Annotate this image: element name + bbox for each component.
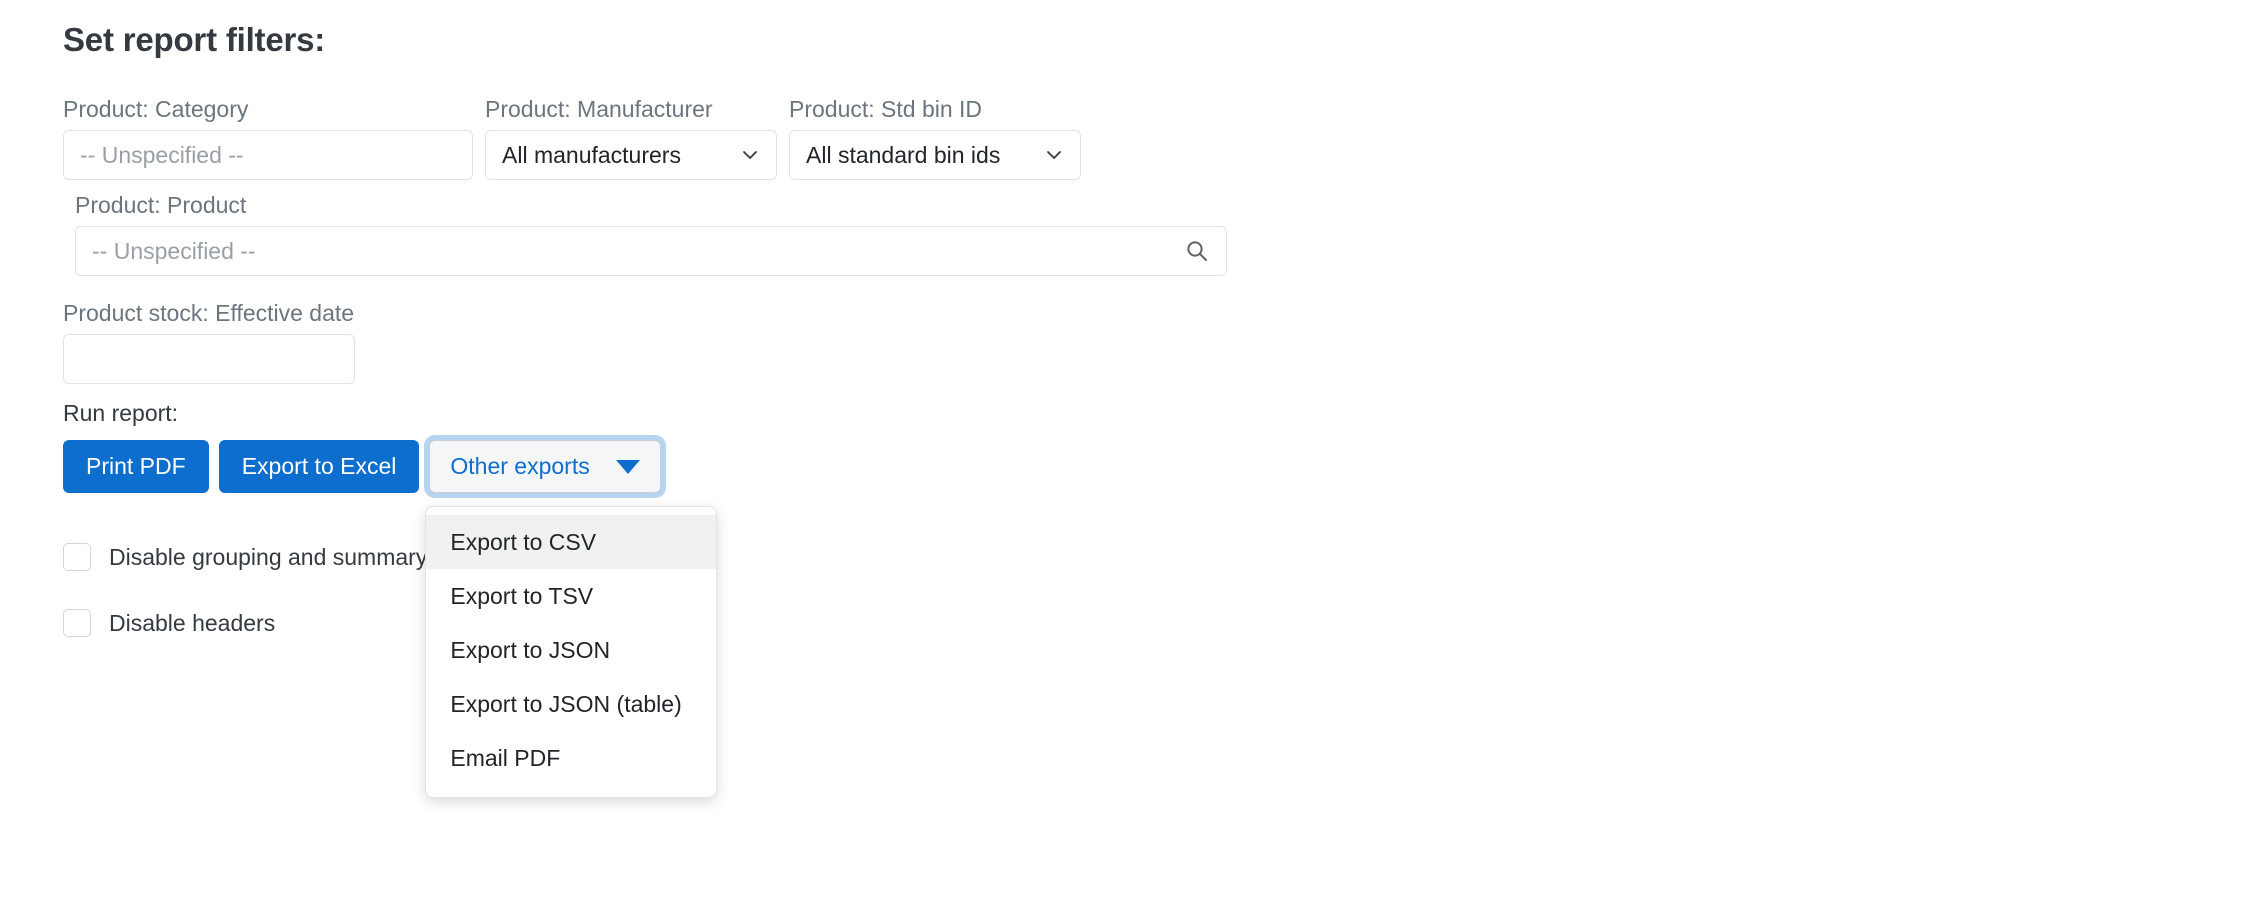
menu-item-email-pdf[interactable]: Email PDF: [426, 731, 716, 785]
print-pdf-button[interactable]: Print PDF: [63, 440, 209, 493]
filter-field-effective-date: Product stock: Effective date: [63, 298, 355, 384]
search-icon[interactable]: [1184, 238, 1210, 264]
filter-label-std-bin-id: Product: Std bin ID: [789, 96, 983, 122]
menu-item-label: Export to JSON (table): [450, 691, 682, 717]
filter-field-category: Product: Category -- Unspecified --: [63, 94, 473, 180]
option-disable-grouping[interactable]: Disable grouping and summary rows: [63, 535, 482, 579]
option-disable-headers[interactable]: Disable headers: [63, 601, 482, 645]
chevron-down-icon: [1044, 145, 1064, 165]
filters-row-1: Product: Category -- Unspecified -- Prod…: [63, 94, 2223, 286]
disable-grouping-checkbox[interactable]: [63, 543, 91, 571]
filter-label-product: Product: Product: [75, 192, 247, 218]
filters-row-2: Product stock: Effective date: [63, 298, 2223, 394]
menu-item-label: Export to CSV: [450, 529, 597, 555]
chevron-down-icon: [740, 145, 760, 165]
run-report-button-row: Print PDF Export to Excel Other exports …: [63, 440, 718, 798]
other-exports-dropdown: Other exports Export to CSV Export to TS…: [425, 440, 718, 798]
std-bin-id-select[interactable]: All standard bin ids: [789, 130, 1081, 180]
menu-item-label: Export to TSV: [450, 583, 594, 609]
effective-date-input[interactable]: [63, 334, 355, 384]
other-exports-button[interactable]: Other exports: [429, 440, 661, 493]
manufacturer-select[interactable]: All manufacturers: [485, 130, 777, 180]
export-to-excel-button[interactable]: Export to Excel: [218, 440, 420, 493]
other-exports-button-label: Other exports: [450, 453, 590, 479]
filter-field-product: Product: Product -- Unspecified --: [75, 190, 1227, 276]
category-input[interactable]: -- Unspecified --: [63, 130, 473, 180]
disable-headers-label: Disable headers: [109, 609, 276, 636]
product-search-input[interactable]: -- Unspecified --: [75, 226, 1227, 276]
std-bin-id-select-value: All standard bin ids: [806, 141, 1001, 168]
manufacturer-select-value: All manufacturers: [502, 141, 681, 168]
filter-field-std-bin-id: Product: Std bin ID All standard bin ids: [789, 94, 1081, 180]
filter-label-manufacturer: Product: Manufacturer: [485, 96, 713, 122]
page-title: Set report filters:: [63, 21, 326, 58]
run-report-section: Run report: Print PDF Export to Excel Ot…: [63, 398, 718, 798]
disable-headers-checkbox[interactable]: [63, 609, 91, 637]
filter-field-manufacturer: Product: Manufacturer All manufacturers: [485, 94, 777, 180]
menu-item-export-tsv[interactable]: Export to TSV: [426, 569, 716, 623]
report-options-list: Disable grouping and summary rows Disabl…: [63, 535, 482, 667]
product-search-input-value: -- Unspecified --: [92, 237, 256, 264]
filter-label-category: Product: Category: [63, 96, 249, 122]
menu-item-export-json[interactable]: Export to JSON: [426, 623, 716, 677]
report-filters-page: Set report filters: Product: Category --…: [0, 0, 2254, 910]
run-report-label: Run report:: [63, 400, 179, 426]
menu-item-export-csv[interactable]: Export to CSV: [426, 515, 717, 569]
chevron-down-icon: [615, 459, 640, 474]
menu-item-export-json-table[interactable]: Export to JSON (table): [426, 677, 716, 731]
menu-item-label: Export to JSON: [450, 637, 611, 663]
other-exports-menu: Export to CSV Export to TSV Export to JS…: [425, 506, 718, 798]
filter-label-effective-date: Product stock: Effective date: [63, 300, 355, 326]
menu-item-label: Email PDF: [450, 745, 561, 771]
filters-container: Product: Category -- Unspecified -- Prod…: [63, 94, 2223, 394]
category-input-value: -- Unspecified --: [80, 141, 244, 168]
